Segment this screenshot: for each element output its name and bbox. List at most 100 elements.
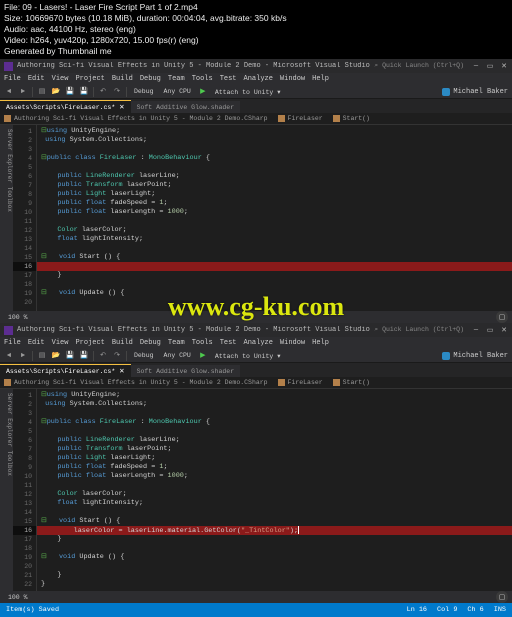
close-button[interactable]: ✕ <box>500 62 508 71</box>
code-line[interactable]: using System.Collections; <box>37 400 512 409</box>
menu-build[interactable]: Build <box>112 75 133 83</box>
menu-edit[interactable]: Edit <box>28 339 45 347</box>
nav-back-icon[interactable]: ◄ <box>4 351 14 361</box>
code-line[interactable]: } <box>37 535 512 544</box>
play-icon[interactable]: ▶ <box>198 87 208 97</box>
maximize-button[interactable]: ▭ <box>486 62 494 71</box>
maximize-button[interactable]: ▭ <box>486 326 494 335</box>
code-line[interactable] <box>37 217 512 226</box>
code-line[interactable]: ⊟public class FireLaser : MonoBehaviour … <box>37 154 512 163</box>
code-line[interactable]: public Light laserLight; <box>37 454 512 463</box>
code-line[interactable]: public LineRenderer laserLine; <box>37 172 512 181</box>
code-line[interactable]: ⊟ void Update () { <box>37 553 512 562</box>
quick-launch[interactable]: ⌕ Quick Launch (Ctrl+Q) <box>375 62 464 70</box>
crumb-class[interactable]: FireLaser <box>278 379 323 386</box>
left-toolwindow[interactable]: Server Explorer Toolbox <box>0 125 13 311</box>
zoom-level[interactable]: 100 % <box>4 594 32 601</box>
user-account[interactable]: Michael Baker <box>442 88 508 96</box>
save-all-icon[interactable]: 💾 <box>79 351 89 361</box>
save-all-icon[interactable]: 💾 <box>79 87 89 97</box>
code-line[interactable] <box>37 280 512 289</box>
new-file-icon[interactable]: ▤ <box>37 351 47 361</box>
code-line[interactable]: using System.Collections; <box>37 136 512 145</box>
code-line[interactable]: ⊟ void Start () { <box>37 253 512 262</box>
menu-window[interactable]: Window <box>280 75 305 83</box>
code-line[interactable] <box>37 562 512 571</box>
code-line[interactable] <box>37 163 512 172</box>
code-line[interactable] <box>37 427 512 436</box>
menu-project[interactable]: Project <box>75 75 104 83</box>
nav-fwd-icon[interactable]: ► <box>18 87 28 97</box>
config-platform[interactable]: Any CPU <box>161 352 194 359</box>
code-line[interactable]: } <box>37 580 512 589</box>
code-line[interactable]: Color laserColor; <box>37 490 512 499</box>
undo-icon[interactable]: ↶ <box>98 351 108 361</box>
code-line[interactable]: public float laserLength = 1000; <box>37 472 512 481</box>
user-account[interactable]: Michael Baker <box>442 352 508 360</box>
menu-help[interactable]: Help <box>312 75 329 83</box>
menu-help[interactable]: Help <box>312 339 329 347</box>
code-line[interactable] <box>37 481 512 490</box>
menu-view[interactable]: View <box>52 75 69 83</box>
code-line[interactable] <box>37 508 512 517</box>
save-icon[interactable]: 💾 <box>65 87 75 97</box>
redo-icon[interactable]: ↷ <box>112 351 122 361</box>
tab-firelaser[interactable]: Assets\Scripts\FireLaser.cs* ✕ <box>0 100 131 113</box>
code-line[interactable]: public Transform laserPoint; <box>37 445 512 454</box>
menu-tools[interactable]: Tools <box>192 75 213 83</box>
config-debug[interactable]: Debug <box>131 352 157 359</box>
menu-debug[interactable]: Debug <box>140 75 161 83</box>
tab-shader[interactable]: Soft Additive Glow.shader <box>131 101 241 113</box>
new-file-icon[interactable]: ▤ <box>37 87 47 97</box>
code-line[interactable]: public float laserLength = 1000; <box>37 208 512 217</box>
menu-test[interactable]: Test <box>220 75 237 83</box>
menu-file[interactable]: File <box>4 75 21 83</box>
menu-test[interactable]: Test <box>220 339 237 347</box>
menu-build[interactable]: Build <box>112 339 133 347</box>
code-line[interactable] <box>37 298 512 307</box>
nav-fwd-icon[interactable]: ► <box>18 351 28 361</box>
play-icon[interactable]: ▶ <box>198 351 208 361</box>
minimize-button[interactable]: — <box>472 62 480 71</box>
code-line[interactable] <box>37 145 512 154</box>
zoom-level[interactable]: 100 % <box>4 314 32 321</box>
undo-icon[interactable]: ↶ <box>98 87 108 97</box>
scroll-indicator-icon[interactable]: ▢ <box>496 311 508 323</box>
open-file-icon[interactable]: 📂 <box>51 351 61 361</box>
code-line[interactable] <box>37 244 512 253</box>
code-line[interactable]: ⊟ void Update () { <box>37 289 512 298</box>
crumb-method[interactable]: Start() <box>333 379 370 386</box>
code-line[interactable]: ⊟using UnityEngine; <box>37 391 512 400</box>
code-line[interactable]: laserColor = laserLine.material.GetColor… <box>37 526 512 535</box>
open-file-icon[interactable]: 📂 <box>51 87 61 97</box>
menu-window[interactable]: Window <box>280 339 305 347</box>
code-line[interactable] <box>37 262 512 271</box>
tab-firelaser[interactable]: Assets\Scripts\FireLaser.cs* ✕ <box>0 364 131 377</box>
code-area[interactable]: ⊟using UnityEngine; using System.Collect… <box>37 389 512 591</box>
config-platform[interactable]: Any CPU <box>161 88 194 95</box>
attach-unity[interactable]: Attach to Unity ▾ <box>212 88 284 96</box>
menu-debug[interactable]: Debug <box>140 339 161 347</box>
quick-launch[interactable]: ⌕ Quick Launch (Ctrl+Q) <box>375 326 464 334</box>
code-line[interactable]: float lightIntensity; <box>37 235 512 244</box>
menu-edit[interactable]: Edit <box>28 75 45 83</box>
save-icon[interactable]: 💾 <box>65 351 75 361</box>
menu-project[interactable]: Project <box>75 339 104 347</box>
code-line[interactable]: } <box>37 271 512 280</box>
menu-analyze[interactable]: Analyze <box>244 75 273 83</box>
code-line[interactable] <box>37 544 512 553</box>
code-line[interactable]: public LineRenderer laserLine; <box>37 436 512 445</box>
tab-shader[interactable]: Soft Additive Glow.shader <box>131 365 241 377</box>
code-area[interactable]: ⊟using UnityEngine; using System.Collect… <box>37 125 512 311</box>
code-line[interactable]: public float fadeSpeed = 1; <box>37 463 512 472</box>
code-line[interactable]: ⊟using UnityEngine; <box>37 127 512 136</box>
code-line[interactable]: Color laserColor; <box>37 226 512 235</box>
left-toolwindow[interactable]: Server Explorer Toolbox <box>0 389 13 591</box>
scroll-indicator-icon[interactable]: ▢ <box>496 591 508 603</box>
menu-team[interactable]: Team <box>168 75 185 83</box>
redo-icon[interactable]: ↷ <box>112 87 122 97</box>
code-line[interactable]: ⊟public class FireLaser : MonoBehaviour … <box>37 418 512 427</box>
crumb-namespace[interactable]: Authoring Sci-fi Visual Effects in Unity… <box>4 379 268 386</box>
code-line[interactable] <box>37 409 512 418</box>
code-line[interactable]: public float fadeSpeed = 1; <box>37 199 512 208</box>
